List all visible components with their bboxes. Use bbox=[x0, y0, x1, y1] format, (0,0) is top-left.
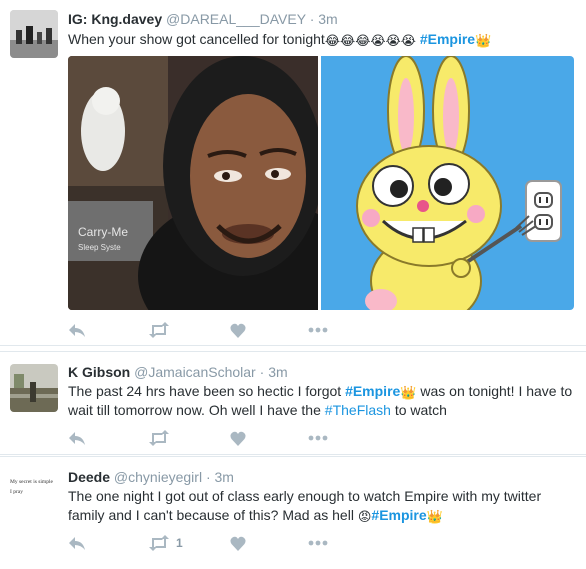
like-icon bbox=[230, 323, 246, 338]
sign-text-1: Carry-Me bbox=[78, 225, 128, 239]
retweet-count: 1 bbox=[176, 536, 183, 550]
like-icon bbox=[230, 431, 246, 446]
user-handle[interactable]: @DAREAL___DAVEY bbox=[166, 11, 306, 27]
reply-button[interactable] bbox=[68, 533, 86, 553]
laughing-crying-emoji-icons: 😂😂😂😭😭😭 bbox=[324, 33, 416, 48]
media-cartoon-bunny[interactable] bbox=[321, 56, 574, 310]
retweet-icon bbox=[149, 322, 169, 338]
like-button[interactable] bbox=[230, 533, 246, 553]
tweet-text-part: The one night I got out of class early e… bbox=[68, 488, 542, 523]
tweet-header: Deede @chynieyegirl · 3m bbox=[68, 468, 234, 486]
crown-emoji-icon: 👑 bbox=[400, 385, 417, 400]
more-icon bbox=[308, 327, 328, 333]
tweet-header: IG: Kng.davey @DAREAL___DAVEY · 3m bbox=[68, 10, 338, 28]
tweet-header: K Gibson @JamaicanScholar · 3m bbox=[68, 363, 288, 381]
hashtag-link[interactable]: #TheFlash bbox=[325, 402, 391, 418]
like-button[interactable] bbox=[230, 320, 246, 340]
tweet-text: The past 24 hrs have been so hectic I fo… bbox=[68, 382, 574, 420]
like-icon bbox=[230, 536, 246, 551]
avatar[interactable] bbox=[10, 10, 58, 58]
sign-text-2: Sleep Syste bbox=[78, 243, 121, 252]
more-icon bbox=[308, 435, 328, 441]
tweet-text-part: to watch bbox=[390, 402, 447, 418]
retweet-button[interactable] bbox=[148, 320, 176, 340]
photo-man-image: Carry-Me Sleep Syste bbox=[68, 56, 358, 310]
avatar-image bbox=[10, 364, 58, 412]
retweet-icon bbox=[149, 430, 169, 446]
media-photo-man[interactable]: Carry-Me Sleep Syste bbox=[68, 56, 358, 310]
retweet-button[interactable] bbox=[148, 428, 176, 448]
avatar-text: My secret is simple I pray bbox=[10, 469, 58, 497]
reply-button[interactable] bbox=[68, 320, 86, 340]
cartoon-bunny-image bbox=[321, 56, 574, 310]
reply-icon bbox=[69, 537, 85, 550]
tweet-1[interactable]: IG: Kng.davey @DAREAL___DAVEY · 3m When … bbox=[0, 0, 586, 346]
tweet-media[interactable]: Carry-Me Sleep Syste bbox=[68, 56, 574, 310]
reply-icon bbox=[69, 324, 85, 337]
user-handle[interactable]: @chynieyegirl bbox=[114, 469, 202, 485]
separator: · bbox=[259, 364, 265, 380]
more-button[interactable] bbox=[308, 428, 328, 448]
tweet-text: The one night I got out of class early e… bbox=[68, 487, 574, 525]
tweet-text: When your show got cancelled for tonight… bbox=[68, 30, 574, 49]
more-icon bbox=[308, 540, 328, 546]
avatar-text-line-1: My secret is simple bbox=[10, 479, 53, 485]
timestamp[interactable]: 3m bbox=[318, 11, 337, 27]
timestamp[interactable]: 3m bbox=[215, 469, 234, 485]
tweet-text-part: The past 24 hrs have been so hectic I fo… bbox=[68, 383, 346, 399]
tweet-text-part: When your show got cancelled for tonight bbox=[68, 31, 325, 47]
angry-face-emoji-icon: 😡 bbox=[357, 509, 372, 524]
hashtag-link[interactable]: #Empire bbox=[420, 31, 475, 47]
reply-button[interactable] bbox=[68, 428, 86, 448]
avatar-text-line-2: I pray bbox=[10, 489, 23, 495]
tweet-actions bbox=[68, 320, 368, 340]
tweet-3[interactable]: My secret is simple I pray Deede @chynie… bbox=[0, 456, 586, 569]
tweet-actions: 1 bbox=[68, 533, 368, 553]
display-name[interactable]: IG: Kng.davey bbox=[68, 11, 162, 27]
hashtag-link[interactable]: #Empire bbox=[345, 383, 400, 399]
display-name[interactable]: K Gibson bbox=[68, 364, 130, 380]
tweet-2[interactable]: K Gibson @JamaicanScholar · 3m The past … bbox=[0, 351, 586, 455]
hashtag-link[interactable]: #Empire bbox=[371, 507, 426, 523]
avatar-image bbox=[10, 10, 58, 58]
tweet-actions bbox=[68, 428, 368, 448]
avatar[interactable]: My secret is simple I pray bbox=[10, 469, 58, 517]
crown-emoji-icon: 👑 bbox=[475, 33, 492, 48]
retweet-button[interactable]: 1 bbox=[148, 533, 183, 553]
user-handle[interactable]: @JamaicanScholar bbox=[134, 364, 256, 380]
reply-icon bbox=[69, 432, 85, 445]
like-button[interactable] bbox=[230, 428, 246, 448]
more-button[interactable] bbox=[308, 320, 328, 340]
crown-emoji-icon: 👑 bbox=[426, 509, 443, 524]
timestamp[interactable]: 3m bbox=[268, 364, 287, 380]
retweet-icon bbox=[149, 535, 169, 551]
separator: · bbox=[205, 469, 211, 485]
separator: · bbox=[309, 11, 315, 27]
more-button[interactable] bbox=[308, 533, 328, 553]
avatar[interactable] bbox=[10, 364, 58, 412]
display-name[interactable]: Deede bbox=[68, 469, 110, 485]
